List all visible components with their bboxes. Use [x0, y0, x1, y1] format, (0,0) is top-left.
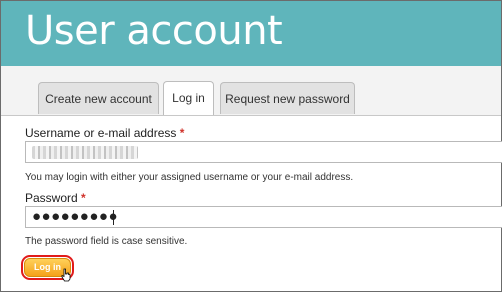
username-input[interactable] [25, 141, 502, 163]
required-marker: * [81, 191, 86, 205]
username-description: You may login with either your assigned … [25, 172, 354, 183]
password-description: The password field is case sensitive. [25, 236, 188, 247]
password-label-text: Password [25, 191, 78, 205]
password-label: Password * [25, 191, 86, 205]
tab-create-new-account[interactable]: Create new account [38, 82, 159, 114]
password-input[interactable]: ●●●●●●●●● [25, 206, 502, 228]
username-label: Username or e-mail address * [25, 126, 184, 140]
hand-pointer-icon [61, 268, 71, 282]
required-marker: * [179, 126, 185, 140]
username-label-text: Username or e-mail address [25, 126, 177, 140]
tab-bar: Create new account Log in Request new pa… [1, 66, 501, 116]
text-caret [113, 210, 114, 225]
page-header: User account [1, 1, 501, 66]
tab-request-new-password[interactable]: Request new password [220, 82, 355, 114]
blurred-username-value [32, 146, 138, 159]
page-title: User account [25, 8, 283, 54]
password-value: ●●●●●●●●● [32, 208, 119, 225]
tab-log-in[interactable]: Log in [163, 81, 214, 115]
